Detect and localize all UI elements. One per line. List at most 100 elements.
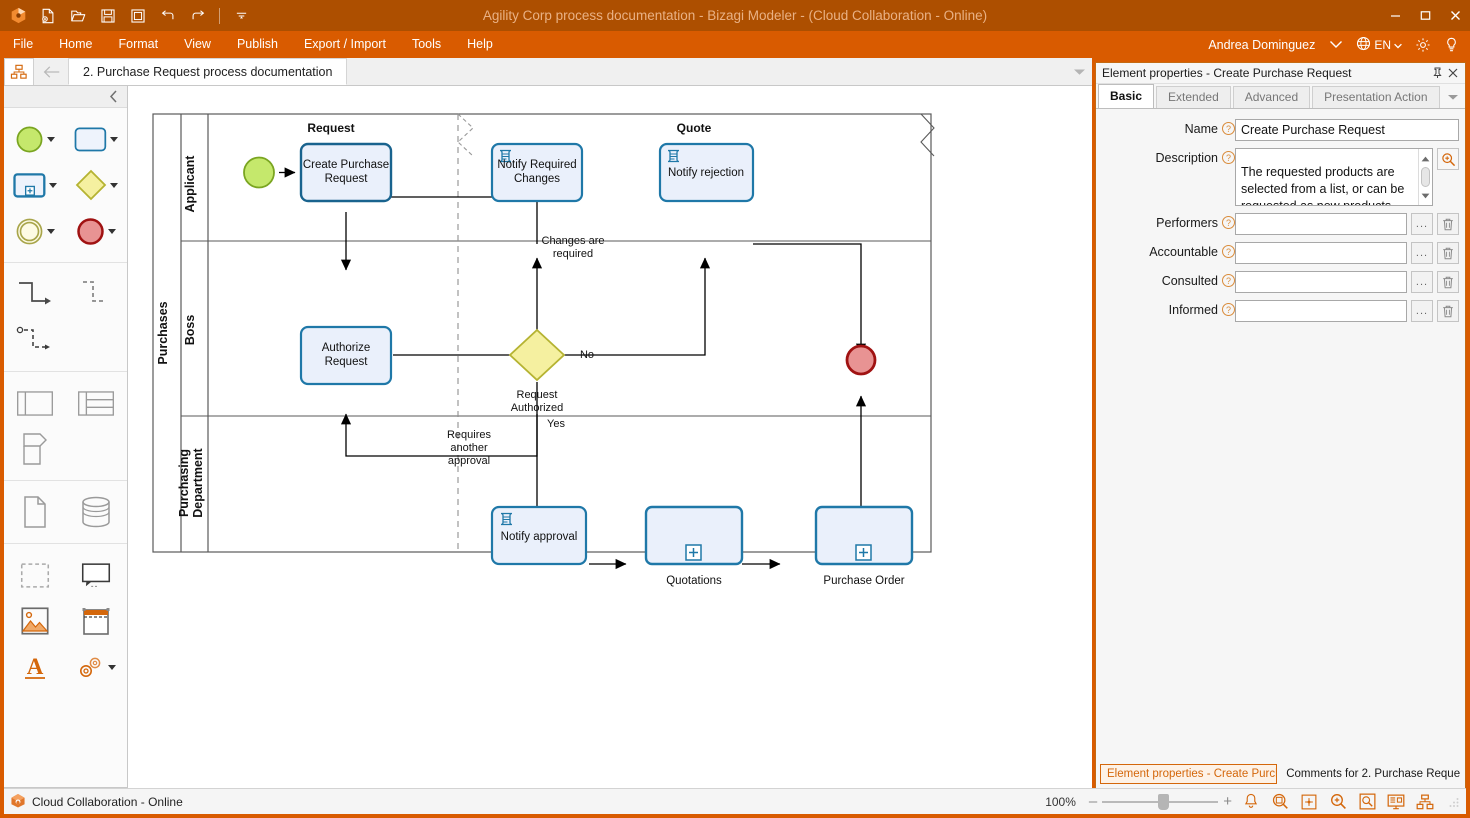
performers-delete-button[interactable] [1437, 213, 1459, 235]
notifications-icon[interactable] [1241, 792, 1261, 812]
name-input[interactable]: Create Purchase Request [1235, 119, 1459, 141]
zoom-area-icon[interactable] [1357, 792, 1377, 812]
description-expand-button[interactable] [1437, 148, 1459, 170]
performers-input[interactable] [1235, 213, 1407, 235]
menu-item-home[interactable]: Home [46, 31, 105, 58]
bpmn-diagram[interactable]: Purchases Request Quote Applicant Boss P… [128, 86, 1092, 788]
start-event-shape[interactable] [4, 125, 66, 154]
message-flow-connector[interactable] [66, 277, 128, 311]
zoom-slider-thumb[interactable] [1157, 793, 1169, 810]
user-menu-chevron-down-icon[interactable] [1324, 34, 1348, 56]
settings-gear-icon[interactable] [1410, 34, 1436, 56]
association-connector[interactable] [4, 323, 66, 357]
help-icon[interactable]: ? [1222, 303, 1235, 316]
accountable-browse-button[interactable]: ... [1411, 242, 1433, 264]
zoom-out-button[interactable]: – [1089, 793, 1097, 810]
artifacts-chevron-down-icon[interactable] [107, 664, 116, 670]
text-tool[interactable]: A [4, 653, 66, 681]
tabs-overflow-chevron-down-icon[interactable] [1447, 90, 1459, 104]
save-icon[interactable] [94, 3, 122, 29]
undo-icon[interactable] [154, 3, 182, 29]
artifacts-tool[interactable] [66, 654, 128, 680]
sequence-flow-connector[interactable] [4, 277, 66, 311]
tab-advanced[interactable]: Advanced [1232, 86, 1311, 108]
help-icon[interactable]: ? [1222, 151, 1235, 164]
image-shape[interactable] [4, 607, 66, 635]
save-as-icon[interactable] [124, 3, 152, 29]
consulted-delete-button[interactable] [1437, 271, 1459, 293]
annotation-shape[interactable] [66, 562, 128, 588]
tips-lightbulb-icon[interactable] [1439, 34, 1464, 56]
subprocess-chevron-down-icon[interactable] [48, 182, 57, 188]
menu-item-help[interactable]: Help [454, 31, 506, 58]
help-icon[interactable]: ? [1222, 216, 1235, 229]
process-diagram-view-button[interactable] [4, 58, 34, 85]
redo-icon[interactable] [184, 3, 212, 29]
group-shape[interactable] [4, 562, 66, 588]
tab-presentation-action[interactable]: Presentation Action [1312, 86, 1440, 108]
end-event-shape[interactable] [66, 217, 128, 246]
zoom-slider-track[interactable] [1102, 793, 1219, 810]
informed-browse-button[interactable]: ... [1411, 300, 1433, 322]
header-footer-shape[interactable] [66, 606, 128, 636]
qat-customize-icon[interactable] [227, 3, 255, 29]
subprocess-shape[interactable] [4, 172, 66, 198]
open-file-icon[interactable] [64, 3, 92, 29]
gateway-shape[interactable] [66, 169, 128, 201]
back-button[interactable] [34, 58, 68, 85]
intermediate-event-chevron-down-icon[interactable] [46, 228, 55, 234]
consulted-browse-button[interactable]: ... [1411, 271, 1433, 293]
accountable-input[interactable] [1235, 242, 1407, 264]
description-scrollbar[interactable] [1418, 149, 1432, 205]
end-event-chevron-down-icon[interactable] [108, 228, 117, 234]
new-file-icon[interactable] [34, 3, 62, 29]
scroll-thumb[interactable] [1421, 167, 1430, 187]
close-icon[interactable] [1445, 65, 1461, 81]
fit-page-icon[interactable] [1270, 792, 1290, 812]
menu-item-publish[interactable]: Publish [224, 31, 291, 58]
pin-icon[interactable] [1429, 65, 1445, 81]
start-event-chevron-down-icon[interactable] [46, 136, 55, 142]
informed-input[interactable] [1235, 300, 1407, 322]
informed-delete-button[interactable] [1437, 300, 1459, 322]
fit-selection-icon[interactable] [1299, 792, 1319, 812]
minimize-button[interactable] [1380, 0, 1410, 31]
resize-grip[interactable] [1448, 796, 1460, 808]
process-tree-icon[interactable] [1415, 792, 1435, 812]
bottom-tab-element-properties[interactable]: Element properties - Create Purch... [1100, 764, 1278, 784]
help-icon[interactable]: ? [1222, 274, 1235, 287]
status-connection[interactable]: Cloud Collaboration - Online [10, 793, 183, 811]
menu-item-view[interactable]: View [171, 31, 224, 58]
task-chevron-down-icon[interactable] [110, 136, 119, 142]
milestone-shape[interactable] [4, 433, 66, 465]
scroll-up-arrow-icon[interactable] [1421, 150, 1430, 167]
menu-item-export-import[interactable]: Export / Import [291, 31, 399, 58]
tab-overflow-chevron-down-icon[interactable] [1066, 58, 1092, 85]
consulted-input[interactable] [1235, 271, 1407, 293]
scroll-down-arrow-icon[interactable] [1421, 187, 1430, 204]
zoom-in-icon[interactable] [1328, 792, 1348, 812]
data-store-shape[interactable] [66, 496, 128, 528]
data-object-shape[interactable] [4, 496, 66, 528]
menu-item-file[interactable]: File [0, 31, 46, 58]
bottom-tab-comments[interactable]: Comments for 2. Purchase Reques... [1279, 764, 1461, 784]
tab-purchase-request-documentation[interactable]: 2. Purchase Request process documentatio… [68, 58, 348, 85]
help-icon[interactable]: ? [1222, 122, 1235, 135]
close-button[interactable] [1440, 0, 1470, 31]
tab-extended[interactable]: Extended [1156, 86, 1231, 108]
zoom-in-button[interactable]: + [1223, 793, 1232, 810]
accountable-delete-button[interactable] [1437, 242, 1459, 264]
menu-item-tools[interactable]: Tools [399, 31, 454, 58]
gateway-chevron-down-icon[interactable] [109, 182, 118, 188]
presentation-icon[interactable] [1386, 792, 1406, 812]
app-logo-icon[interactable] [4, 3, 32, 29]
help-icon[interactable]: ? [1222, 245, 1235, 258]
intermediate-event-shape[interactable] [4, 217, 66, 246]
palette-collapse-button[interactable] [4, 86, 127, 108]
diagram-canvas[interactable]: Purchases Request Quote Applicant Boss P… [128, 86, 1092, 788]
lane-shape[interactable] [66, 390, 128, 416]
task-shape[interactable] [66, 126, 128, 152]
language-selector[interactable]: EN [1351, 34, 1407, 56]
user-name-label[interactable]: Andrea Dominguez [1202, 38, 1321, 52]
tab-basic[interactable]: Basic [1098, 84, 1155, 108]
